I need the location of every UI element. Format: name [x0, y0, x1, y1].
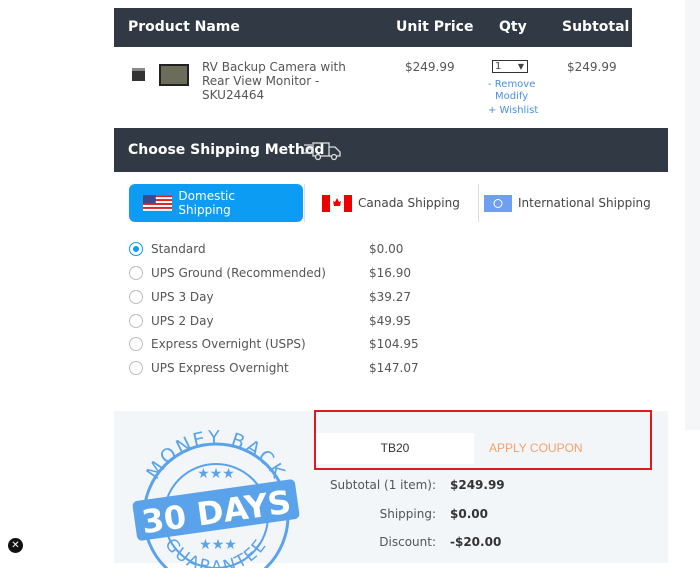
- svg-text:★★★: ★★★: [197, 466, 235, 482]
- discount-label: Discount:: [379, 535, 436, 549]
- option-price: $16.90: [369, 266, 411, 280]
- product-name-line: RV Backup Camera with: [202, 60, 346, 74]
- qty-select[interactable]: 1 ▼: [492, 60, 528, 73]
- product-name[interactable]: RV Backup Camera with Rear View Monitor …: [202, 60, 346, 102]
- canada-flag-icon: [322, 194, 352, 212]
- shipping-option-ups-express[interactable]: UPS Express Overnight $147.07: [129, 361, 429, 375]
- chevron-down-icon: ▼: [517, 62, 524, 71]
- un-flag-icon: [484, 194, 512, 212]
- apply-coupon-button[interactable]: APPLY COUPON: [489, 441, 583, 455]
- tab-label: Domestic Shipping: [178, 189, 235, 217]
- right-side-panel: [685, 0, 700, 430]
- option-label: Standard: [151, 242, 206, 256]
- discount-value: -$20.00: [450, 535, 502, 549]
- tab-label: Canada Shipping: [358, 196, 460, 210]
- col-unit-price: Unit Price: [396, 19, 474, 35]
- option-label: UPS Express Overnight: [151, 361, 289, 375]
- radio-button[interactable]: [129, 337, 143, 351]
- subtotal-value: $249.99: [450, 478, 505, 492]
- cart-table-header: Product Name Unit Price Qty Subtotal: [114, 8, 632, 47]
- unit-price: $249.99: [405, 60, 455, 74]
- option-price: $147.07: [369, 361, 419, 375]
- wishlist-link[interactable]: + Wishlist: [488, 105, 538, 116]
- col-product-name: Product Name: [128, 19, 240, 35]
- tab-divider: [304, 184, 305, 222]
- radio-button[interactable]: [129, 314, 143, 328]
- option-price: $0.00: [369, 242, 404, 256]
- tab-international-shipping[interactable]: International Shipping: [470, 184, 665, 222]
- shipping-option-ups-3-day[interactable]: UPS 3 Day $39.27: [129, 290, 429, 304]
- radio-button[interactable]: [129, 361, 143, 375]
- camera-thumbnail[interactable]: [132, 68, 145, 81]
- tab-canada-shipping[interactable]: Canada Shipping: [308, 184, 474, 222]
- radio-button[interactable]: [129, 290, 143, 304]
- radio-button[interactable]: [129, 242, 143, 256]
- option-label: Express Overnight (USPS): [151, 337, 306, 351]
- shipping-option-ups-2-day[interactable]: UPS 2 Day $49.95: [129, 314, 429, 328]
- modify-link[interactable]: Modify: [495, 91, 528, 102]
- radio-button[interactable]: [129, 266, 143, 280]
- shipping-value: $0.00: [450, 507, 488, 521]
- col-qty: Qty: [499, 19, 527, 35]
- product-sku: SKU24464: [202, 88, 265, 102]
- option-label: UPS 3 Day: [151, 290, 214, 304]
- svg-text:★★★: ★★★: [199, 537, 237, 553]
- shipping-option-standard[interactable]: Standard $0.00: [129, 242, 429, 256]
- close-button[interactable]: ✕: [8, 538, 23, 553]
- option-price: $49.95: [369, 314, 411, 328]
- item-subtotal: $249.99: [567, 60, 617, 74]
- shipping-method-header: Choose Shipping Method: [114, 128, 668, 172]
- col-subtotal: Subtotal: [562, 19, 630, 35]
- option-price: $104.95: [369, 337, 419, 351]
- close-icon: ✕: [11, 540, 20, 551]
- remove-link[interactable]: - Remove: [488, 79, 535, 90]
- option-price: $39.27: [369, 290, 411, 304]
- us-flag-icon: [143, 195, 173, 211]
- subtotal-label: Subtotal (1 item):: [329, 478, 436, 492]
- tab-domestic-shipping[interactable]: Domestic Shipping: [129, 184, 303, 222]
- shipping-label: Shipping:: [379, 507, 436, 521]
- option-label: UPS 2 Day: [151, 314, 214, 328]
- delivery-truck-icon: [304, 142, 341, 161]
- shipping-option-express-usps[interactable]: Express Overnight (USPS) $104.95: [129, 337, 429, 351]
- option-label: UPS Ground (Recommended): [151, 266, 326, 280]
- shipping-title: Choose Shipping Method: [128, 142, 325, 158]
- coupon-code-input[interactable]: [316, 433, 474, 464]
- tab-label: International Shipping: [518, 196, 651, 210]
- shipping-option-ups-ground[interactable]: UPS Ground (Recommended) $16.90: [129, 266, 429, 280]
- product-name-line: Rear View Monitor -: [202, 74, 320, 88]
- qty-value: 1: [495, 61, 502, 72]
- monitor-thumbnail[interactable]: [159, 64, 189, 86]
